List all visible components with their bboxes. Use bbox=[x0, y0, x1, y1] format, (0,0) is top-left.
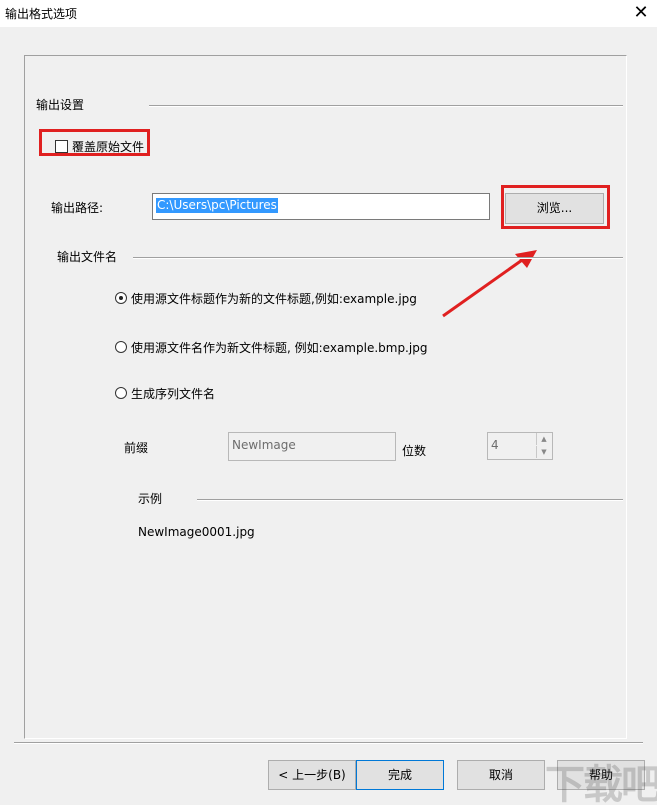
options-panel: 输出设置 覆盖原始文件 输出路径: C:\Users\pc\Pictures 浏… bbox=[24, 55, 627, 739]
digits-label: 位数 bbox=[402, 444, 427, 458]
title-bar: 输出格式选项 ✕ bbox=[0, 0, 657, 27]
example-value: NewImage0001.jpg bbox=[138, 525, 255, 539]
cancel-button[interactable]: 取消 bbox=[457, 760, 545, 790]
watermark-logo: 下载吧 bbox=[541, 748, 657, 808]
digits-spinner[interactable]: 4 ▲ ▼ bbox=[487, 432, 553, 460]
back-button[interactable]: < 上一步(B) bbox=[268, 760, 356, 790]
radio-use-title-label[interactable]: 使用源文件标题作为新的文件标题,例如:example.jpg bbox=[131, 290, 417, 307]
output-settings-separator bbox=[149, 105, 623, 107]
radio-use-title[interactable] bbox=[115, 292, 127, 304]
output-settings-label: 输出设置 bbox=[36, 98, 85, 112]
radio-sequence[interactable] bbox=[115, 387, 127, 399]
prefix-label: 前缀 bbox=[124, 441, 149, 455]
highlight-box-overwrite bbox=[39, 129, 150, 156]
example-label: 示例 bbox=[138, 492, 163, 506]
digits-value: 4 bbox=[491, 438, 499, 452]
prefix-input[interactable]: NewImage bbox=[228, 432, 396, 461]
finish-button[interactable]: 完成 bbox=[356, 760, 444, 790]
output-path-label: 输出路径: bbox=[51, 201, 104, 215]
output-path-value: C:\Users\pc\Pictures bbox=[156, 198, 278, 213]
radio-sequence-label[interactable]: 生成序列文件名 bbox=[131, 385, 215, 402]
dialog-body: 输出设置 覆盖原始文件 输出路径: C:\Users\pc\Pictures 浏… bbox=[0, 27, 657, 805]
radio-use-filename[interactable] bbox=[115, 341, 127, 353]
footer-separator bbox=[14, 742, 643, 744]
prefix-value: NewImage bbox=[232, 438, 296, 452]
filename-section-label: 输出文件名 bbox=[57, 250, 118, 264]
output-path-input[interactable]: C:\Users\pc\Pictures bbox=[152, 193, 490, 220]
spin-down-icon[interactable]: ▼ bbox=[536, 446, 551, 458]
window-title: 输出格式选项 bbox=[5, 7, 78, 21]
watermark-text: 下载吧 bbox=[545, 762, 657, 808]
highlight-box-browse bbox=[501, 185, 610, 229]
filename-separator bbox=[133, 257, 623, 259]
example-separator bbox=[197, 499, 623, 501]
spin-up-icon[interactable]: ▲ bbox=[536, 433, 551, 445]
radio-use-filename-label[interactable]: 使用源文件名作为新文件标题, 例如:example.bmp.jpg bbox=[131, 339, 427, 356]
close-icon[interactable]: ✕ bbox=[629, 1, 653, 25]
